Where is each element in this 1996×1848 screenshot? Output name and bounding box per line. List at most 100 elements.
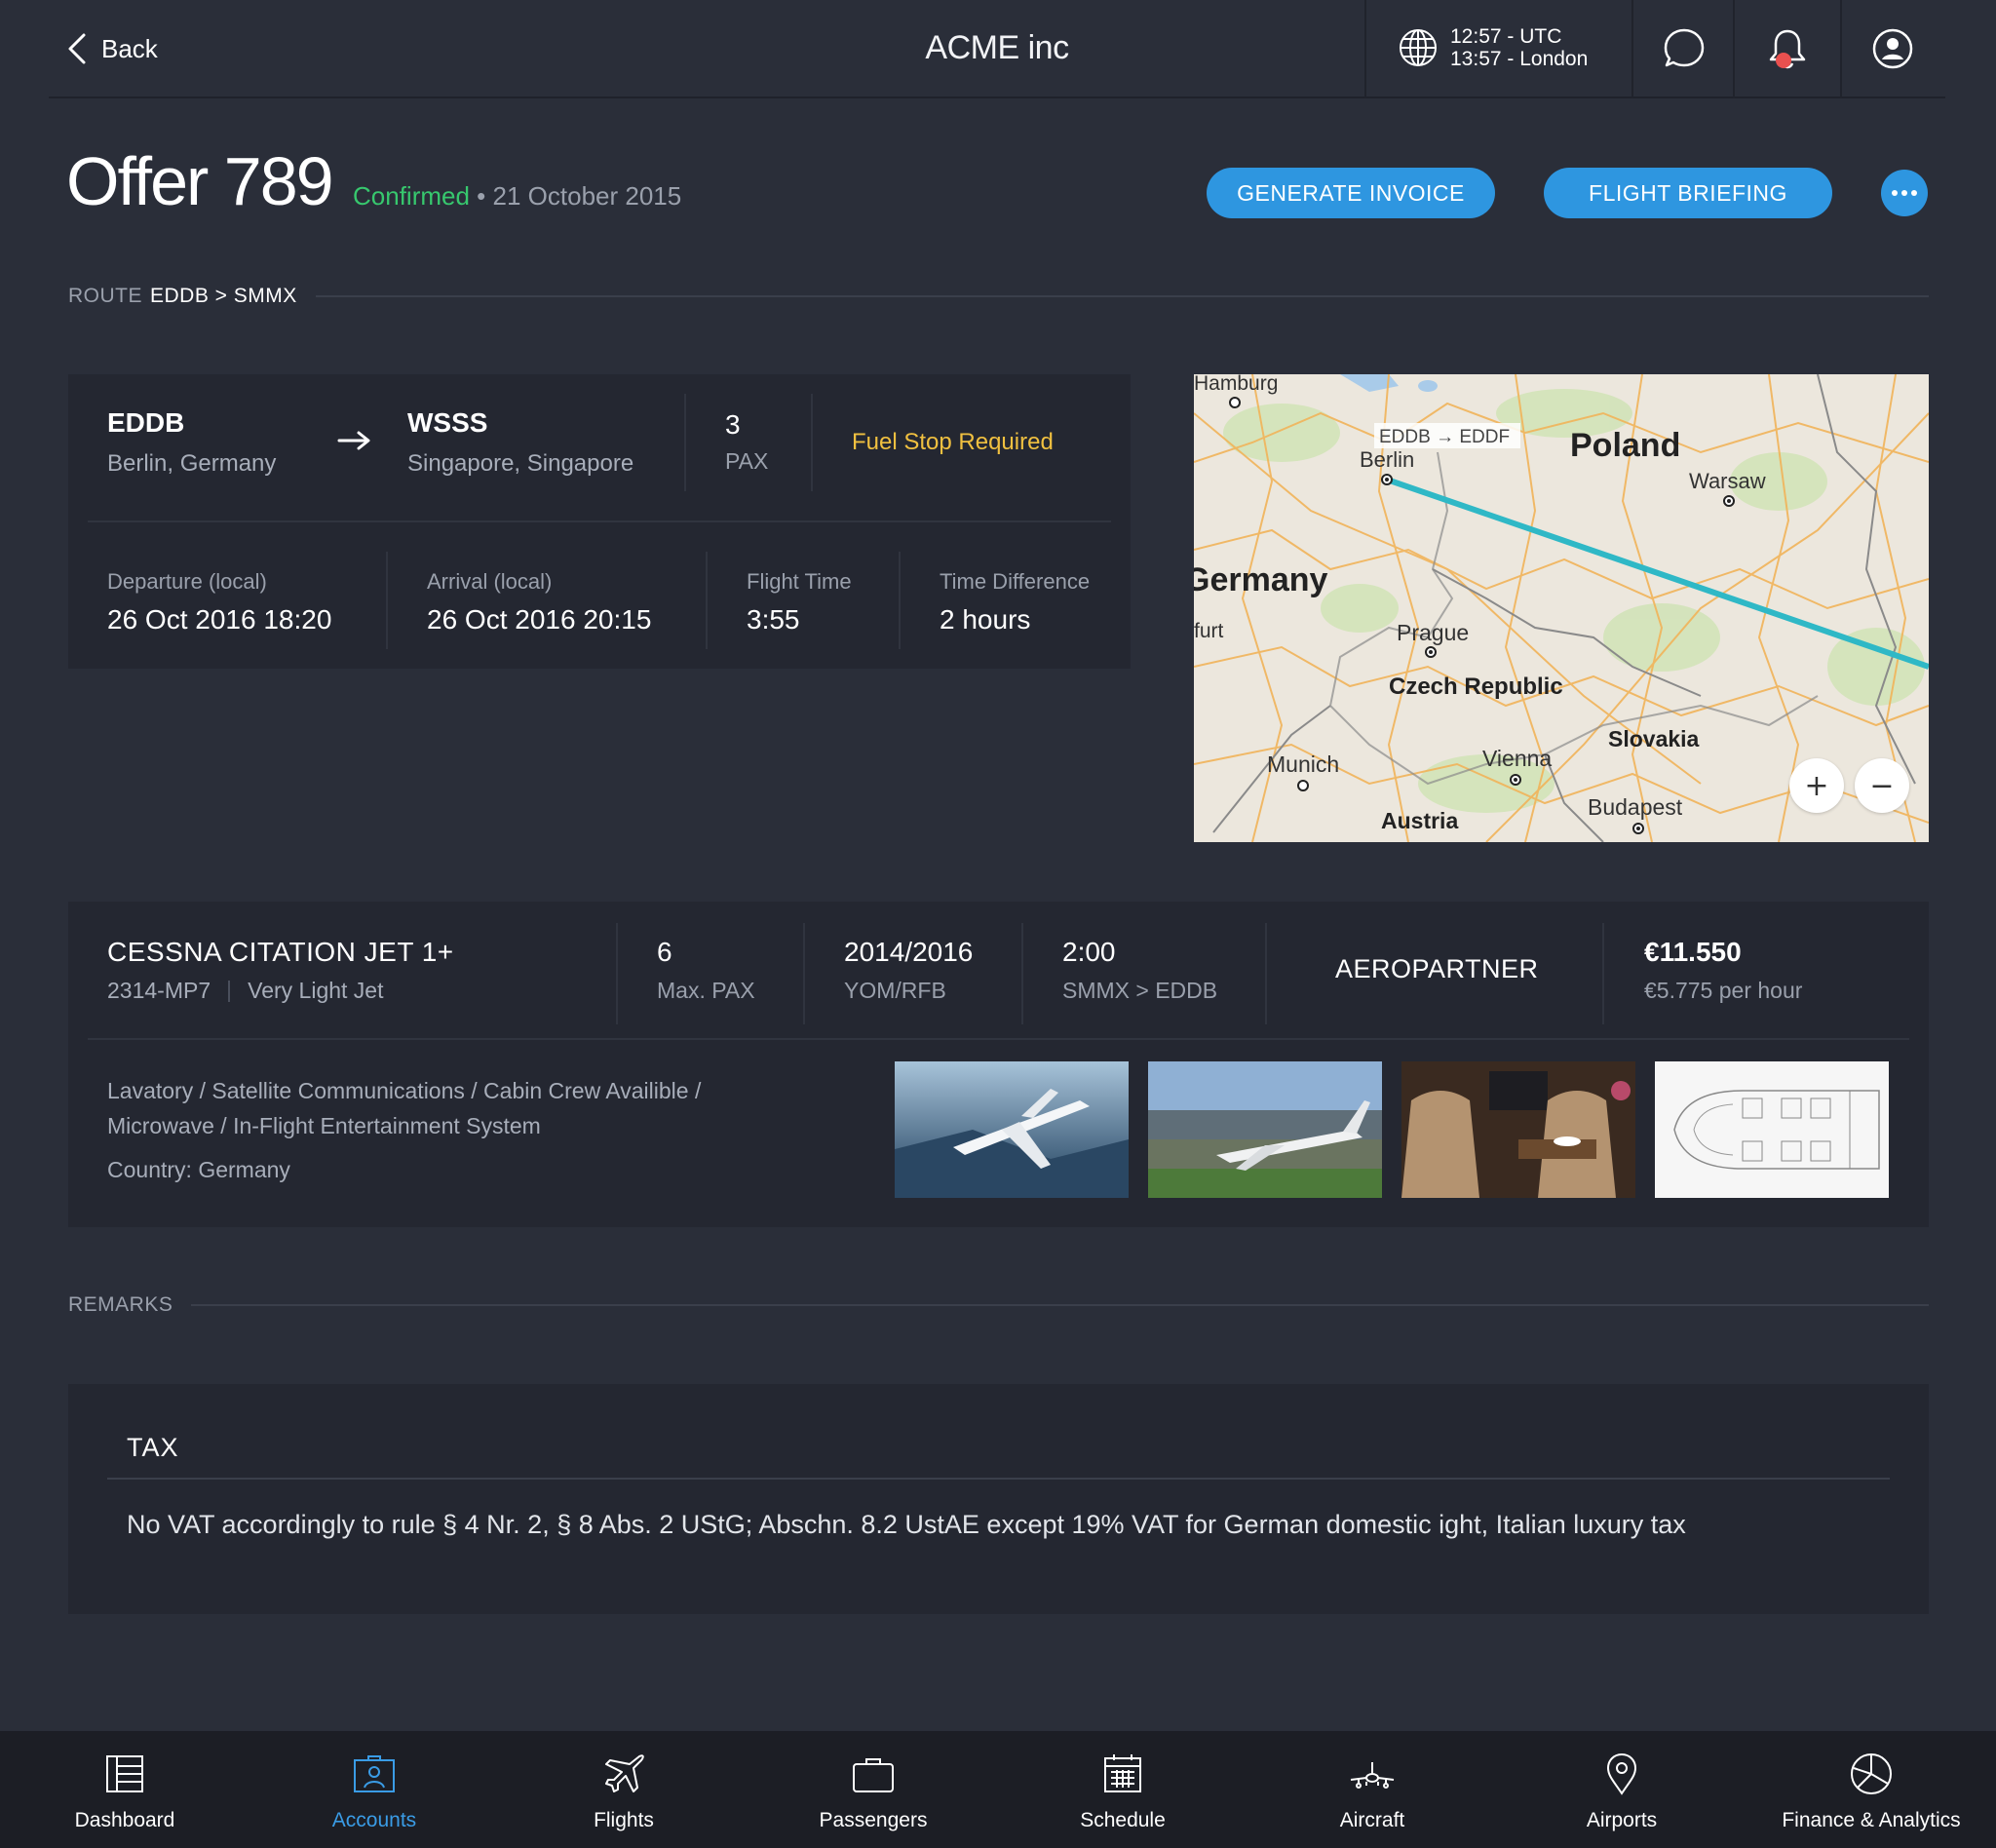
aircraft-registration: 2314-MP7: [107, 978, 211, 1003]
features-line: Microwave / In-Flight Entertainment Syst…: [107, 1113, 541, 1138]
aircraft-model: CESSNA CITATION JET 1+: [107, 937, 454, 967]
nav-item-passengers[interactable]: Passengers: [748, 1731, 998, 1848]
map-label-furt: furt: [1194, 620, 1224, 642]
dashboard-icon: [106, 1755, 143, 1792]
map-label-budapest: Budapest: [1588, 794, 1683, 820]
operator-name: AEROPARTNER: [1335, 954, 1539, 983]
generate-invoice-button[interactable]: GENERATE INVOICE: [1207, 168, 1495, 218]
max-pax-label: Max. PAX: [657, 978, 755, 1003]
aircraft-country: Country: Germany: [107, 1157, 290, 1182]
map-label-czech-republic: Czech Republic: [1389, 674, 1563, 700]
divider: [706, 552, 708, 649]
flight-time-label: Flight Time: [747, 569, 852, 594]
nav-item-airports[interactable]: Airports: [1497, 1731, 1746, 1848]
profile-button[interactable]: [1869, 25, 1916, 72]
map-label-munich: Munich: [1267, 751, 1339, 777]
map-label-austria: Austria: [1381, 808, 1458, 833]
divider: [228, 980, 231, 1002]
map-label-vienna: Vienna: [1482, 746, 1552, 771]
destination-city: Singapore, Singapore: [407, 450, 634, 477]
zoom-out-button[interactable]: −: [1855, 758, 1909, 813]
time-local: 13:57 - London: [1450, 48, 1589, 70]
aircraft-floor-plan[interactable]: [1655, 1061, 1889, 1198]
divider: [1602, 923, 1604, 1024]
nav-label: Finance & Analytics: [1782, 1809, 1961, 1831]
nav-item-dashboard[interactable]: Dashboard: [0, 1731, 250, 1848]
nav-item-flights[interactable]: Flights: [499, 1731, 748, 1848]
remarks-heading: REMARKS: [68, 1293, 173, 1316]
back-label: Back: [101, 33, 158, 63]
nav-label: Aircraft: [1339, 1809, 1405, 1831]
divider: [107, 1478, 1890, 1480]
map-label-poland: Poland: [1570, 427, 1680, 464]
section-divider: [316, 295, 1929, 297]
arrival-label: Arrival (local): [427, 569, 553, 594]
aircraft-photo-image: [1148, 1061, 1382, 1198]
divider: [386, 552, 388, 649]
chat-icon: [1664, 28, 1705, 67]
aircraft-card[interactable]: CESSNA CITATION JET 1+ 2314-MP7 Very Lig…: [68, 902, 1929, 1227]
aircraft-category: Very Light Jet: [248, 978, 384, 1003]
divider: [1364, 0, 1366, 98]
flight-time-value: 3:55: [747, 604, 800, 635]
aircraft-photo-cabin[interactable]: [1401, 1061, 1635, 1198]
divider: [1631, 0, 1633, 98]
nav-item-aircraft[interactable]: Aircraft: [1248, 1731, 1497, 1848]
remarks-card: TAX No VAT accordingly to rule § 4 Nr. 2…: [68, 1384, 1929, 1614]
plane-icon: [605, 1754, 644, 1792]
top-bar: Back ACME inc 12:57 - UTC 13:57 - London: [49, 0, 1945, 98]
map-label-warsaw: Warsaw: [1689, 469, 1766, 493]
notifications-button[interactable]: [1764, 25, 1811, 72]
yom-label: YOM/RFB: [844, 978, 946, 1003]
notification-badge: [1776, 53, 1791, 68]
nav-item-schedule[interactable]: Schedule: [998, 1731, 1248, 1848]
aircraft-photo-ramp[interactable]: [1148, 1061, 1382, 1198]
world-clock[interactable]: 12:57 - UTC 13:57 - London: [1398, 25, 1588, 70]
nav-item-finance-analytics[interactable]: Finance & Analytics: [1746, 1731, 1996, 1848]
aircraft-photo-aerial[interactable]: [895, 1061, 1129, 1198]
origin-code: EDDB: [107, 407, 185, 438]
route-value: EDDB > SMMX: [150, 285, 297, 307]
departure-label: Departure (local): [107, 569, 267, 594]
route-card: EDDB Berlin, Germany WSSS Singapore, Sin…: [68, 374, 1131, 669]
divider: [684, 394, 686, 491]
aircraft-photo-image: [895, 1061, 1129, 1198]
pin-icon: [1606, 1752, 1637, 1795]
map-label-germany: Germany: [1194, 561, 1327, 598]
back-button[interactable]: Back: [66, 32, 158, 65]
price: €11.550: [1644, 937, 1742, 967]
divider: [803, 923, 805, 1024]
time-utc: 12:57 - UTC: [1450, 25, 1562, 48]
nav-label: Accounts: [331, 1809, 417, 1831]
flight-briefing-button[interactable]: FLIGHT BRIEFING: [1544, 168, 1832, 218]
offer-status: Confirmed • 21 October 2015: [353, 181, 681, 212]
divider: [1021, 923, 1023, 1024]
calendar-icon: [1104, 1754, 1141, 1792]
divider: [899, 552, 901, 649]
divider: [1840, 0, 1842, 98]
divider: [88, 1038, 1909, 1040]
bottom-navigation: Dashboard Accounts Flights Passengers Sc…: [0, 1731, 1996, 1848]
dot: [1911, 190, 1917, 196]
nav-label: Flights: [594, 1809, 654, 1831]
pie-chart-icon: [1851, 1753, 1892, 1794]
nav-label: Dashboard: [74, 1809, 175, 1831]
time-difference-value: 2 hours: [940, 604, 1031, 635]
pax-label: PAX: [725, 448, 769, 474]
aircraft-icon: [1350, 1762, 1395, 1789]
aircraft-subtitle: 2314-MP7 Very Light Jet: [107, 978, 383, 1004]
hourly-rate: €5.775 per hour: [1644, 978, 1803, 1003]
route-label: ROUTE: [68, 285, 142, 307]
remark-title: TAX: [127, 1433, 179, 1462]
origin-city: Berlin, Germany: [107, 450, 277, 477]
floor-plan-image: [1655, 1061, 1889, 1198]
divider: [616, 923, 618, 1024]
more-options-button[interactable]: [1881, 170, 1928, 216]
accounts-icon: [354, 1755, 395, 1792]
chat-button[interactable]: [1661, 25, 1708, 72]
zoom-in-button[interactable]: +: [1789, 758, 1844, 813]
max-pax-value: 6: [657, 937, 672, 967]
user-icon: [1872, 28, 1913, 69]
arrow-right-icon: [337, 431, 370, 450]
nav-item-accounts[interactable]: Accounts: [250, 1731, 499, 1848]
